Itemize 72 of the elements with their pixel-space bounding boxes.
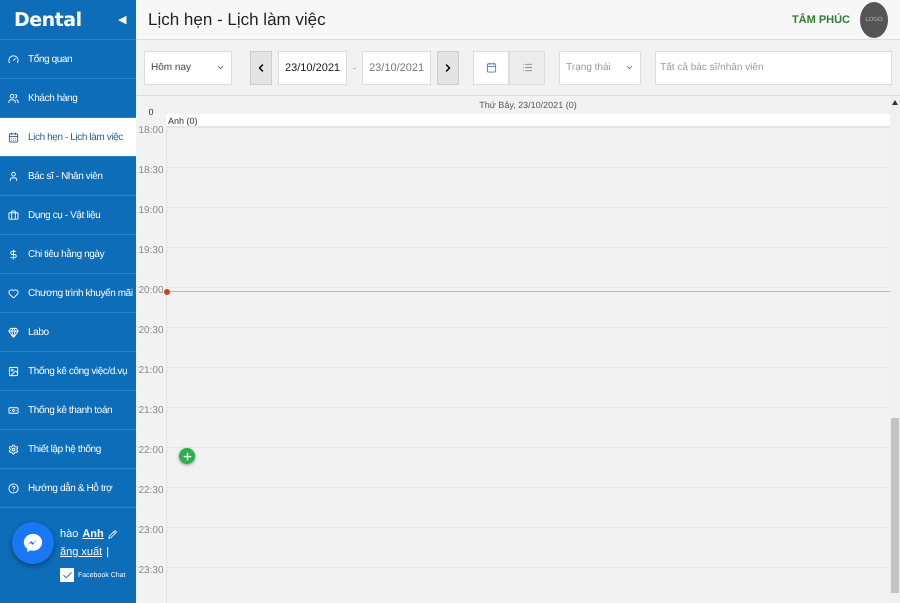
dropdown-icon xyxy=(625,63,634,72)
resource-header: Anh (0) xyxy=(166,114,890,127)
sidebar-item[interactable]: Hướng dẫn & Hỗ trợ xyxy=(0,469,136,508)
range-select[interactable]: Hôm nay xyxy=(144,50,232,84)
sidebar-item[interactable]: Labo xyxy=(0,313,136,352)
time-label: 19:30 xyxy=(137,245,165,258)
check-icon xyxy=(62,570,72,580)
sidebar-item[interactable]: Lịch hẹn - Lịch làm việc xyxy=(0,118,136,157)
user-link[interactable]: Anh xyxy=(82,528,104,540)
next-button[interactable] xyxy=(437,50,460,84)
clinic-name: TÂM PHÚC xyxy=(792,14,850,26)
menu-icon xyxy=(8,482,19,494)
messenger-button[interactable] xyxy=(12,522,54,564)
scroll-up-icon[interactable] xyxy=(892,100,898,105)
menu-icon xyxy=(8,366,19,376)
sidebar-item[interactable]: Dụng cụ - Vật liệu xyxy=(0,196,136,235)
date-to-field[interactable]: 23/10/2021 xyxy=(362,50,432,84)
sidebar-item[interactable]: Thống kê thanh toán xyxy=(0,391,136,430)
status-select[interactable]: Trạng thái xyxy=(559,50,642,84)
menu-icon xyxy=(8,288,19,298)
menu-icon xyxy=(8,54,19,64)
menu-icon xyxy=(8,248,19,260)
time-slot[interactable] xyxy=(166,527,890,567)
messenger-icon xyxy=(22,532,44,554)
day-header: Thứ Bảy, 23/10/2021 (0) xyxy=(478,100,578,110)
menu-icon xyxy=(8,444,19,454)
sidebar-item[interactable]: Tổng quan xyxy=(0,40,136,79)
plus-icon xyxy=(182,450,192,462)
calendar-view-button[interactable] xyxy=(473,50,510,84)
time-label: 22:00 xyxy=(137,445,165,458)
time-label: 23:30 xyxy=(137,565,165,578)
dropdown-icon xyxy=(216,63,225,72)
time-slot[interactable] xyxy=(166,127,890,167)
count-text: 0 xyxy=(147,106,154,117)
time-slot[interactable] xyxy=(166,567,890,603)
time-slot[interactable] xyxy=(166,487,890,527)
sidebar-item[interactable]: Chi tiêu hằng ngày xyxy=(0,235,136,274)
edit-icon[interactable] xyxy=(108,530,117,538)
staff-field[interactable]: Tất cả bác sĩ/nhân viên xyxy=(655,50,892,84)
time-label: 18:00 xyxy=(137,125,165,138)
time-label: 20:30 xyxy=(137,325,165,338)
sidebar-item[interactable]: Bác sĩ - Nhân viên xyxy=(0,157,136,196)
time-label: 23:00 xyxy=(137,525,165,538)
time-label: 21:00 xyxy=(137,365,165,378)
previous-button[interactable] xyxy=(250,50,272,84)
menu-icon xyxy=(8,210,19,220)
time-label: 22:30 xyxy=(137,485,165,498)
logout-link[interactable]: ăng xuất xyxy=(60,546,102,558)
add-button[interactable] xyxy=(179,448,195,464)
menu-icon xyxy=(8,404,19,416)
time-label: 19:00 xyxy=(137,205,165,218)
sidebar-item[interactable]: Thống kê công việc/d.vụ xyxy=(0,352,136,391)
list-view-button[interactable] xyxy=(509,50,546,84)
time-slot[interactable] xyxy=(166,287,890,327)
separator-text: | xyxy=(106,546,110,558)
dash-text: - xyxy=(353,62,356,72)
date-from-field[interactable]: 23/10/2021 xyxy=(278,50,348,84)
sidebar-item[interactable]: Chương trình khuyến mãi xyxy=(0,274,136,313)
time-label: 20:00 xyxy=(137,285,165,298)
menu-icon xyxy=(8,170,19,182)
menu-icon xyxy=(8,132,19,142)
time-label: 18:30 xyxy=(137,165,165,178)
time-label: 21:30 xyxy=(137,405,165,418)
greeting-text: hào xyxy=(60,528,78,540)
sidebar-item[interactable]: Thiết lập hệ thống xyxy=(0,430,136,469)
app-logo: Dental xyxy=(14,8,82,30)
page-title: Lịch hẹn - Lịch làm việc xyxy=(148,10,327,30)
checkbox[interactable] xyxy=(60,568,74,582)
menu-icon xyxy=(8,92,19,104)
menu-icon xyxy=(8,326,19,338)
calendar-icon xyxy=(486,62,497,73)
collapse-button[interactable]: ◀ xyxy=(118,13,126,26)
